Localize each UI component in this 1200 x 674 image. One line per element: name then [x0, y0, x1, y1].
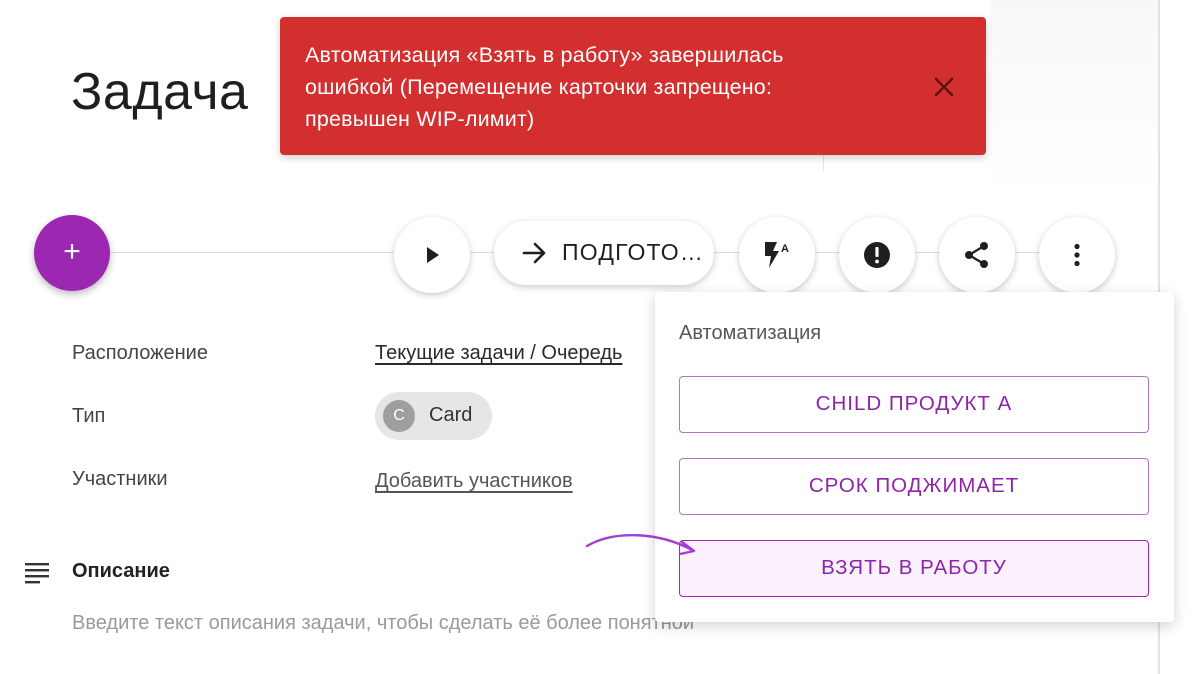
- location-label: Расположение: [72, 342, 208, 364]
- description-input[interactable]: Введите текст описания задачи, чтобы сде…: [72, 612, 694, 635]
- move-to-column-button[interactable]: ПОДГОТО…: [494, 221, 714, 285]
- automation-menu-title: Автоматизация: [679, 322, 822, 344]
- add-button[interactable]: +: [34, 215, 110, 291]
- toast-message: Автоматизация «Взять в работу» завершила…: [305, 39, 865, 135]
- arrow-right-icon: [522, 242, 546, 264]
- play-icon: [427, 247, 439, 263]
- close-icon[interactable]: [930, 73, 958, 101]
- move-to-column-label: ПОДГОТО…: [562, 239, 705, 265]
- plus-icon: +: [63, 235, 81, 268]
- members-label: Участники: [72, 468, 168, 490]
- description-title: Описание: [72, 560, 170, 582]
- type-chip[interactable]: C Card: [375, 392, 492, 440]
- background-shade: [990, 0, 1158, 200]
- share-button[interactable]: [939, 217, 1015, 293]
- automation-menu: Автоматизация CHILD ПРОДУКТ А СРОК ПОДЖИ…: [655, 292, 1174, 622]
- automation-take-to-work-button[interactable]: ВЗЯТЬ В РАБОТУ: [679, 540, 1149, 597]
- type-avatar: C: [383, 400, 415, 432]
- alert-button[interactable]: [839, 217, 915, 293]
- automation-flash-icon: A: [765, 242, 789, 268]
- page-title: Задача: [71, 63, 249, 121]
- location-link[interactable]: Текущие задачи / Очередь: [375, 342, 622, 365]
- toast-line: ошибкой (Перемещение карточки запрещено:: [305, 75, 773, 99]
- type-chip-label: Card: [429, 404, 473, 426]
- automation-button[interactable]: A: [739, 217, 815, 293]
- automation-deadline-button[interactable]: СРОК ПОДЖИМАЕТ: [679, 458, 1149, 515]
- automation-child-product-button[interactable]: CHILD ПРОДУКТ А: [679, 376, 1149, 433]
- share-icon: [965, 242, 988, 268]
- more-vert-icon: [1074, 243, 1080, 267]
- notes-icon: [25, 563, 49, 584]
- add-members-link[interactable]: Добавить участников: [375, 470, 573, 493]
- alert-icon: [864, 242, 890, 268]
- start-button[interactable]: [394, 217, 470, 293]
- pointer-arrow-icon: [585, 533, 696, 556]
- more-button[interactable]: [1039, 217, 1115, 293]
- toast-line: Автоматизация «Взять в работу» завершила…: [305, 43, 784, 67]
- type-label: Тип: [72, 405, 106, 427]
- svg-text:A: A: [781, 243, 789, 255]
- error-toast: Автоматизация «Взять в работу» завершила…: [280, 17, 986, 155]
- toast-line: превышен WIP-лимит): [305, 107, 535, 131]
